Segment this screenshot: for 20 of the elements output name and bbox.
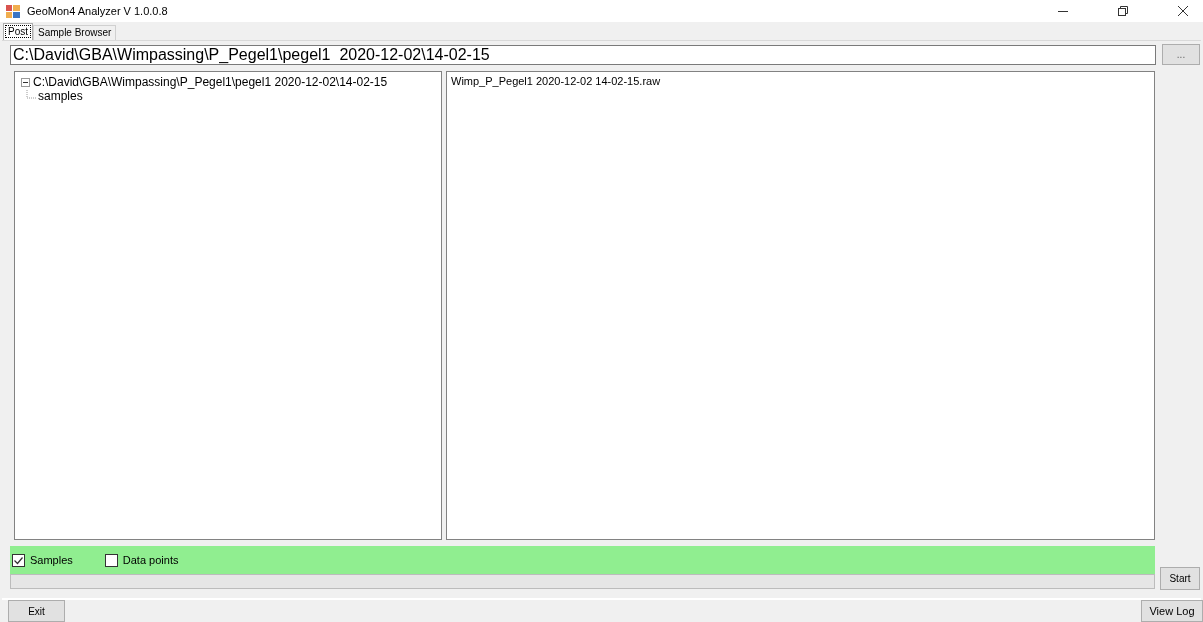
checkbox[interactable]	[12, 553, 25, 567]
view-log-button[interactable]: View Log	[1141, 600, 1203, 622]
tab[interactable]: Sample Browser	[33, 25, 117, 40]
path-field[interactable]: C:\David\GBA\Wimpassing\P_Pegel1\pegel1 2020-12-02\14-02-15	[10, 44, 1156, 65]
tree-item[interactable]: samples	[38, 89, 83, 103]
window-title: GeoMon4 Analyzer V 1.0.0.8	[27, 5, 168, 17]
restore-icon[interactable]	[1117, 5, 1129, 17]
tab[interactable]: Post	[3, 23, 33, 40]
checkbox[interactable]	[104, 553, 118, 567]
app-icon	[5, 3, 21, 19]
checkbox-label: Samples	[30, 554, 73, 566]
browse-button[interactable]: ...	[1162, 44, 1200, 65]
file-item[interactable]: Wimp_P_Pegel1 2020-12-02 14-02-15.raw	[451, 75, 1150, 87]
exit-button[interactable]: Exit	[8, 600, 65, 622]
collapse-icon[interactable]	[21, 77, 30, 87]
start-button[interactable]: Start	[1160, 567, 1200, 590]
close-icon[interactable]	[1177, 5, 1189, 17]
tree-item[interactable]: C:\David\GBA\Wimpassing\P_Pegel1\pegel1 2020-12-02\14-02-15	[33, 75, 388, 89]
tree-connector-icon	[26, 90, 36, 102]
checkbox-label: Data points	[122, 554, 179, 566]
